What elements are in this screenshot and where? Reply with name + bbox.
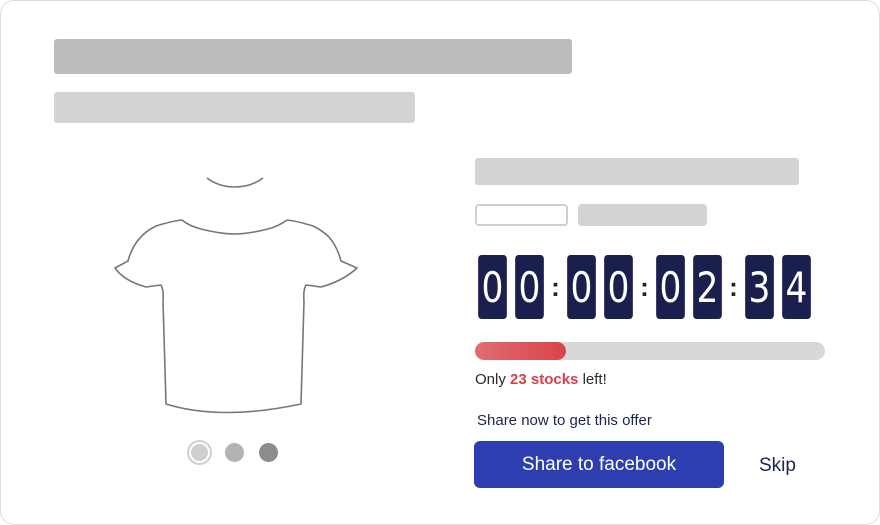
timer-separator: : [729,272,738,302]
stock-progress-fill [475,342,566,360]
timer-digit: 4 [782,255,811,319]
share-hint: Share now to get this offer [477,412,652,429]
price-placeholder [578,204,707,226]
stock-prefix: Only [475,371,511,388]
stock-count: 23 stocks [510,371,579,388]
timer-separator: : [551,272,560,302]
timer-digit: 0 [515,255,544,319]
carousel-dot-3[interactable] [259,442,278,462]
timer-digit: 0 [604,255,633,319]
image-carousel-dots [187,439,278,465]
timer-digit: 0 [567,255,596,319]
title-placeholder [54,39,572,74]
stock-suffix: left! [578,371,607,388]
product-offer-card: 0 0 : 0 0 : 0 2 : 3 4 Only 23 stocks lef… [0,0,880,525]
timer-digit: 0 [478,255,507,319]
timer-digit: 0 [656,255,685,319]
skip-link[interactable]: Skip [759,455,796,477]
timer-digit: 2 [693,255,722,319]
t-shirt-icon [114,177,358,414]
share-to-facebook-button[interactable]: Share to facebook [474,441,724,488]
option-placeholder [475,204,568,226]
carousel-dot-1[interactable] [187,439,212,465]
product-name-placeholder [475,158,799,185]
subtitle-placeholder [54,92,415,123]
timer-separator: : [640,272,649,302]
carousel-dot-2[interactable] [225,442,244,462]
timer-digit: 3 [745,255,774,319]
countdown-timer: 0 0 : 0 0 : 0 2 : 3 4 [475,255,814,319]
stock-message: Only 23 stocks left! [475,371,607,388]
stock-progress-bar [475,342,825,360]
